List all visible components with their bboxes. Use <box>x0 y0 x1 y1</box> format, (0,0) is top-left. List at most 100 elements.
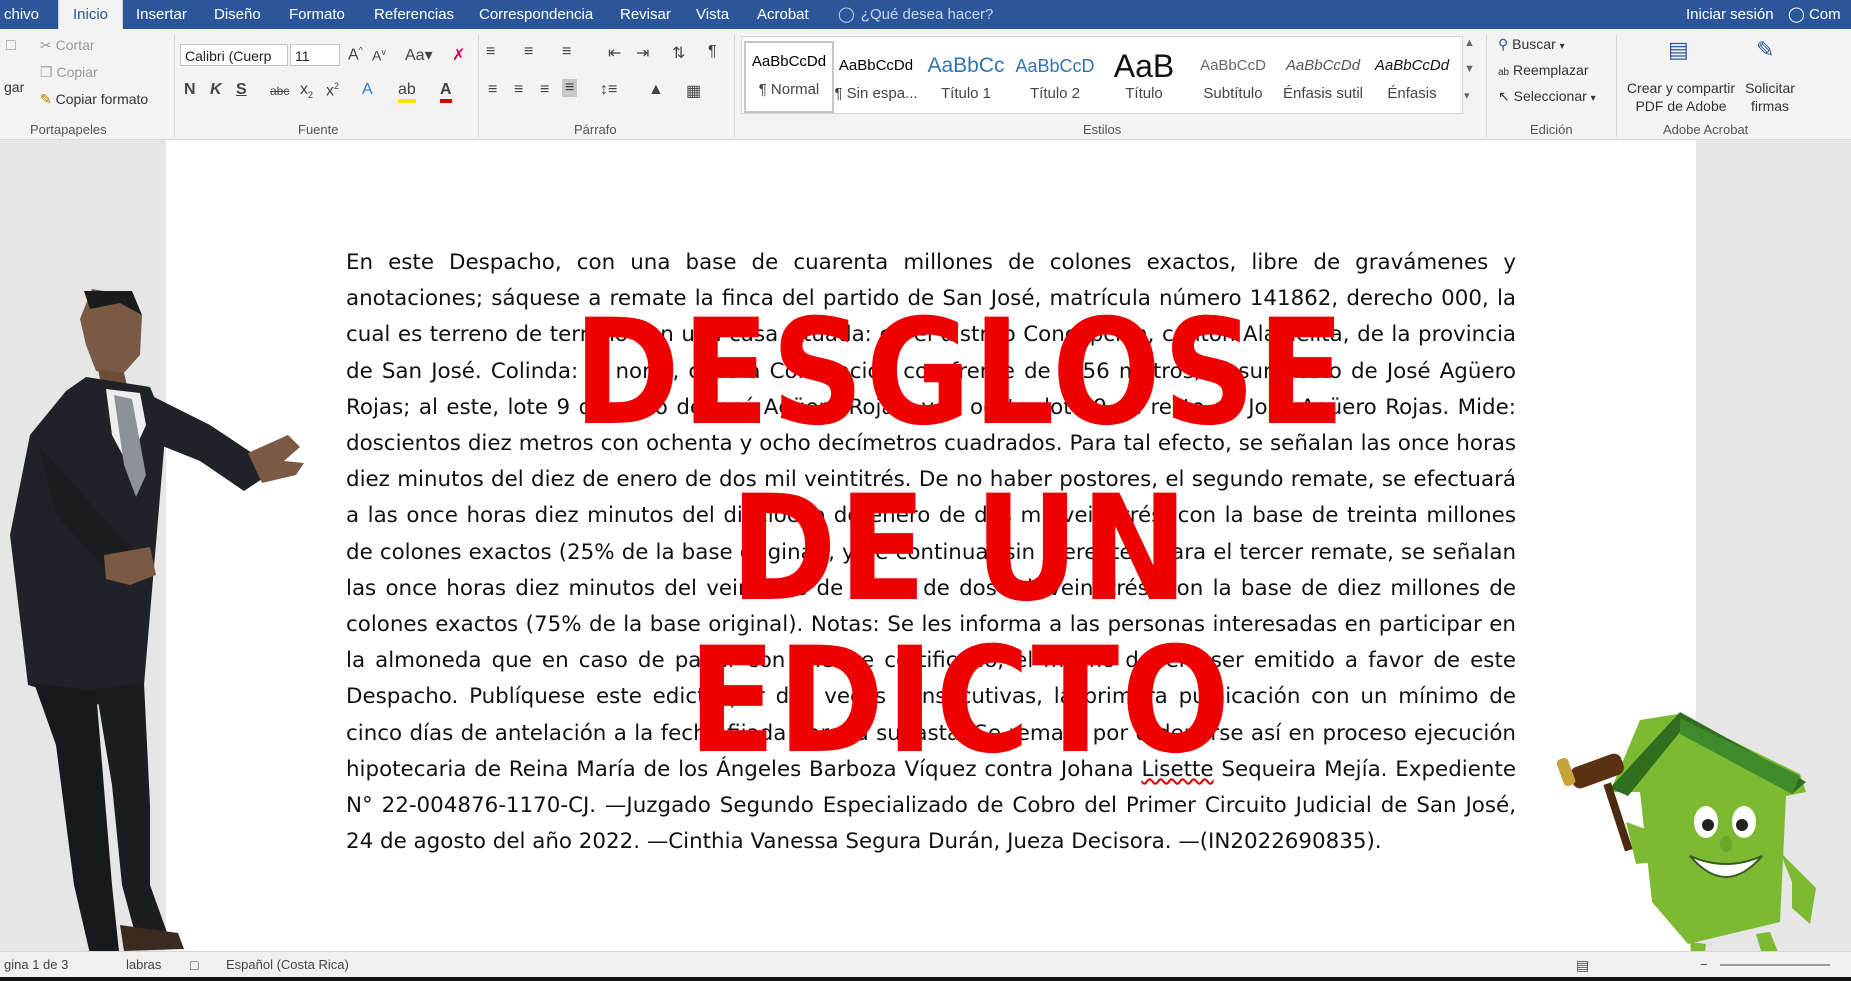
subscript-icon[interactable]: x2 <box>300 81 313 100</box>
decrease-indent-icon[interactable]: ⇤ <box>608 43 621 63</box>
style-normal[interactable]: AaBbCcDd ¶ Normal <box>744 41 834 113</box>
tab-revisar[interactable]: Revisar <box>620 0 671 29</box>
strikethrough-icon[interactable]: abc <box>270 84 289 98</box>
create-pdf-icon: ▤ <box>1668 37 1689 62</box>
style-emphasis[interactable]: AaBbCcDd Énfasis <box>1369 47 1455 115</box>
document-body[interactable]: En este Despacho, con una base de cuaren… <box>346 245 1516 860</box>
ribbon-tab-bar: chivo Inicio Insertar Diseño Formato Ref… <box>0 0 1851 29</box>
divider <box>1486 35 1487 137</box>
word-count[interactable]: labras <box>126 957 161 972</box>
share-label: Com <box>1808 6 1841 23</box>
line-spacing-icon[interactable]: ↕≡ <box>600 81 617 99</box>
lightbulb-icon: ◯ <box>838 6 855 23</box>
zoom-slider[interactable] <box>1720 964 1830 966</box>
divider <box>478 35 479 137</box>
bold-icon[interactable]: N <box>184 81 196 99</box>
font-color-icon[interactable]: A <box>440 81 452 103</box>
style-preview: AaBbCcDd <box>1374 57 1450 74</box>
request-signature-line1: Solicitar <box>1745 80 1795 96</box>
scroll-up-icon[interactable]: ▲ <box>1464 37 1475 49</box>
superscript-icon[interactable]: x2 <box>326 81 339 100</box>
shrink-font-icon[interactable]: Av <box>372 47 386 64</box>
language-indicator[interactable]: Español (Costa Rica) <box>226 957 349 972</box>
copy-button[interactable]: ❐ Copiar <box>40 64 98 81</box>
share-button[interactable]: ◯ Com <box>1788 0 1841 29</box>
borders-icon[interactable]: ▦ <box>686 81 701 101</box>
tell-me-box[interactable]: ◯ ¿Qué desea hacer? <box>838 0 993 29</box>
search-icon: ⚲ <box>1498 36 1509 52</box>
ribbon: gar □ ✂ Cortar ❐ Copiar ✎ Copiar formato… <box>0 29 1851 140</box>
read-mode-icon[interactable]: ▤ <box>1576 957 1589 974</box>
tab-formato[interactable]: Formato <box>289 0 345 29</box>
italic-icon[interactable]: K <box>210 81 222 99</box>
find-button[interactable]: ⚲ Buscar ▾ <box>1498 36 1565 53</box>
justify-icon[interactable]: ≡ <box>562 79 578 97</box>
change-case-icon[interactable]: Aa▾ <box>405 45 433 65</box>
create-pdf-button[interactable]: Crear y compartir PDF de Adobe <box>1621 79 1741 115</box>
editing-group-label: Edición <box>1530 122 1573 137</box>
request-signature-line2: firmas <box>1750 98 1790 114</box>
clipboard-icon: □ <box>6 37 16 54</box>
shading-icon[interactable]: ▲ <box>648 81 664 99</box>
align-center-icon[interactable]: ≡ <box>514 81 523 99</box>
style-heading-2[interactable]: AaBbCcD Título 2 <box>1012 47 1098 115</box>
tab-inicio[interactable]: Inicio <box>58 0 124 29</box>
font-size-box[interactable]: 11 <box>290 44 340 66</box>
tab-diseno[interactable]: Diseño <box>214 0 261 29</box>
increase-indent-icon[interactable]: ⇥ <box>636 43 649 63</box>
align-right-icon[interactable]: ≡ <box>540 81 549 99</box>
align-left-icon[interactable]: ≡ <box>488 81 497 99</box>
style-title[interactable]: AaB Título <box>1101 47 1187 115</box>
businessman-illustration <box>10 289 304 981</box>
request-signature-button[interactable]: Solicitar firmas <box>1740 79 1800 115</box>
numbering-icon[interactable]: ≡ <box>524 43 533 61</box>
signin-link[interactable]: Iniciar sesión <box>1686 0 1774 29</box>
multilevel-list-icon[interactable]: ≡ <box>562 43 571 61</box>
status-bar: gina 1 de 3 labras □ Español (Costa Rica… <box>0 951 1851 978</box>
underline-icon[interactable]: S <box>236 81 247 99</box>
format-painter-button[interactable]: ✎ Copiar formato <box>40 91 148 108</box>
proofing-icon[interactable]: □ <box>190 957 198 973</box>
bullets-icon[interactable]: ≡ <box>486 43 495 61</box>
tab-vista[interactable]: Vista <box>696 0 729 29</box>
grow-font-icon[interactable]: A^ <box>348 45 363 64</box>
tell-me-text: ¿Qué desea hacer? <box>860 6 994 23</box>
page-count[interactable]: gina 1 de 3 <box>4 957 68 972</box>
chevron-down-icon: ▾ <box>1559 41 1565 52</box>
sort-icon[interactable]: ⇅ <box>672 43 685 63</box>
scissors-icon: ✂ <box>40 37 52 53</box>
style-heading-1[interactable]: AaBbCc Título 1 <box>923 47 1009 115</box>
paste-button[interactable]: gar <box>4 79 24 95</box>
zoom-out-icon[interactable]: − <box>1700 957 1708 972</box>
style-subtitle[interactable]: AaBbCcD Subtítulo <box>1190 47 1276 115</box>
style-name: Subtítulo <box>1203 85 1263 102</box>
brush-icon: ✎ <box>40 91 52 107</box>
tab-archivo[interactable]: chivo <box>4 0 39 29</box>
more-styles-icon[interactable]: ▾ <box>1464 89 1470 102</box>
style-preview: AaBbCcD <box>1015 56 1095 76</box>
tab-referencias[interactable]: Referencias <box>374 0 454 29</box>
divider <box>174 35 175 137</box>
style-name: Título 2 <box>1029 85 1081 102</box>
divider <box>1616 35 1617 137</box>
scroll-down-icon[interactable]: ▼ <box>1464 63 1475 75</box>
window-bottom-edge <box>0 977 1851 981</box>
font-name-box[interactable]: Calibri (Cuerp <box>180 44 288 66</box>
select-label: Seleccionar <box>1513 88 1587 104</box>
tab-acrobat[interactable]: Acrobat <box>757 0 809 29</box>
tab-correspondencia[interactable]: Correspondencia <box>479 0 593 29</box>
replace-button[interactable]: ab Reemplazar <box>1498 62 1589 78</box>
clear-format-icon[interactable]: ✗ <box>452 45 465 65</box>
tab-insertar[interactable]: Insertar <box>136 0 187 29</box>
highlight-icon[interactable]: ab <box>398 81 416 103</box>
style-preview: AaBbCc <box>927 54 1005 77</box>
create-pdf-line1: Crear y compartir <box>1626 80 1736 96</box>
cut-button[interactable]: ✂ Cortar <box>40 37 95 54</box>
style-no-spacing[interactable]: AaBbCcDd ¶ Sin espa... <box>833 47 919 115</box>
text-effects-icon[interactable]: A <box>362 81 373 99</box>
select-button[interactable]: ↖ Seleccionar ▾ <box>1498 88 1596 105</box>
style-subtle-emphasis[interactable]: AaBbCcDd Énfasis sutil <box>1280 47 1366 115</box>
style-name: ¶ Normal <box>758 81 820 98</box>
replace-label: Reemplazar <box>1513 62 1589 78</box>
pilcrow-icon[interactable]: ¶ <box>708 43 717 61</box>
